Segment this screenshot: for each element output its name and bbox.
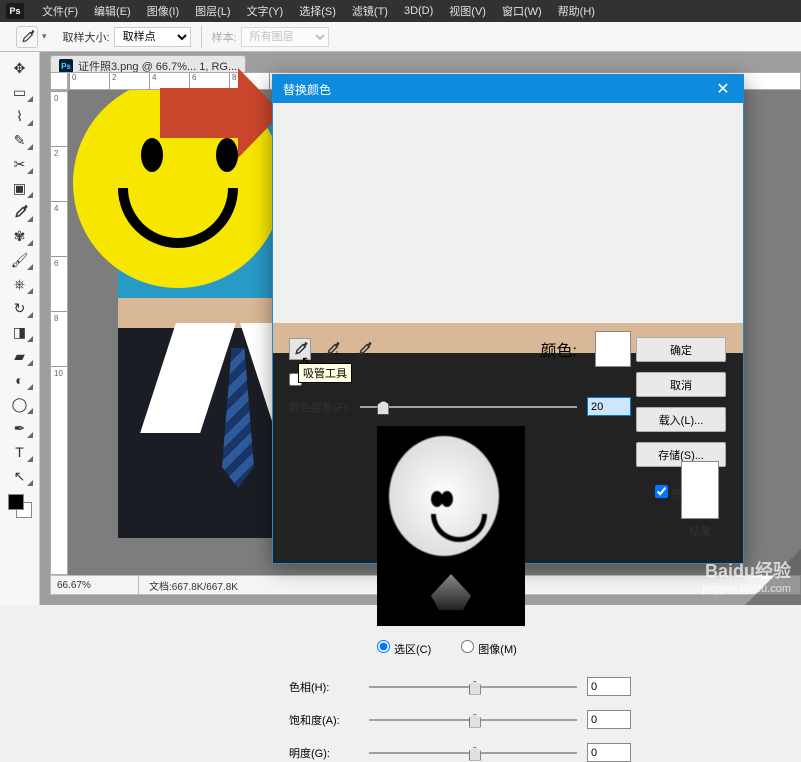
svg-text:-: - xyxy=(366,349,369,359)
pen-tool-icon[interactable]: ✒ xyxy=(9,418,31,438)
lightness-field[interactable] xyxy=(587,743,631,762)
close-icon[interactable]: ✕ xyxy=(703,75,743,103)
healing-tool-icon[interactable]: ✾ xyxy=(9,226,31,246)
stamp-tool-icon[interactable]: ⎈ xyxy=(9,274,31,294)
fuzziness-slider[interactable] xyxy=(360,406,577,408)
sample-source-label: 样本: xyxy=(212,29,237,45)
ruler-vertical[interactable]: 0246810 xyxy=(50,90,68,575)
crop-tool-icon[interactable]: ✂ xyxy=(9,154,31,174)
ok-button[interactable]: 确定 xyxy=(636,337,726,362)
eraser-tool-icon[interactable]: ◨ xyxy=(9,322,31,342)
result-label: 结果 xyxy=(681,523,719,539)
lightness-slider[interactable] xyxy=(369,752,577,754)
menu-window[interactable]: 窗口(W) xyxy=(494,3,550,19)
eyedropper-tool-icon[interactable] xyxy=(9,202,31,222)
dodge-tool-icon[interactable]: ◯ xyxy=(9,394,31,414)
hue-field[interactable] xyxy=(587,677,631,696)
ps-file-icon: Ps xyxy=(59,59,73,73)
lasso-tool-icon[interactable]: ⌇ xyxy=(9,106,31,126)
sample-size-select[interactable]: 取样点 xyxy=(114,27,191,47)
hue-label: 色相(H): xyxy=(289,679,359,695)
load-button[interactable]: 载入(L)... xyxy=(636,407,726,432)
frame-tool-icon[interactable]: ▣ xyxy=(9,178,31,198)
quick-select-tool-icon[interactable]: ✎ xyxy=(9,130,31,150)
watermark-corner xyxy=(745,549,801,605)
menu-layer[interactable]: 图层(L) xyxy=(187,3,238,19)
color-label: 颜色: xyxy=(541,337,577,361)
eyedropper-add-icon[interactable]: + xyxy=(321,338,343,360)
sample-source-select: 所有图层 xyxy=(241,27,329,47)
path-tool-icon[interactable]: ↖ xyxy=(9,466,31,486)
doc-info: 文档:667.8K/667.8K xyxy=(139,578,238,593)
zoom-level[interactable]: 66.67% xyxy=(51,576,139,594)
menu-image[interactable]: 图像(I) xyxy=(139,3,187,19)
menu-type[interactable]: 文字(Y) xyxy=(239,3,292,19)
type-tool-icon[interactable]: T xyxy=(9,442,31,462)
eyedropper-picker-icon[interactable]: ↖ 吸管工具 xyxy=(289,338,311,360)
options-bar: ▾ 取样大小: 取样点 样本: 所有图层 xyxy=(0,22,801,52)
replace-color-dialog: 替换颜色 ✕ ↖ 吸管工具 + - 颜色: 色簇(Z) 颜色容差(F xyxy=(272,74,744,564)
source-color-swatch[interactable] xyxy=(595,331,631,367)
cancel-button[interactable]: 取消 xyxy=(636,372,726,397)
svg-text:+: + xyxy=(334,349,339,359)
dialog-titlebar[interactable]: 替换颜色 ✕ xyxy=(273,75,743,103)
fuzziness-label: 颜色容差(F): xyxy=(289,399,350,415)
menu-select[interactable]: 选择(S) xyxy=(291,3,344,19)
saturation-slider[interactable] xyxy=(369,719,577,721)
menu-filter[interactable]: 滤镜(T) xyxy=(344,3,396,19)
fuzziness-field[interactable] xyxy=(587,397,631,416)
tool-preset-chevron-icon[interactable]: ▾ xyxy=(42,31,47,42)
selection-preview[interactable] xyxy=(377,426,525,626)
result-group: 结果 xyxy=(681,461,719,539)
saturation-label: 饱和度(A): xyxy=(289,712,359,728)
current-tool-eyedropper-icon[interactable] xyxy=(16,26,38,48)
blur-tool-icon[interactable]: ◐ xyxy=(9,370,31,390)
menu-3d[interactable]: 3D(D) xyxy=(396,5,441,17)
hue-slider[interactable] xyxy=(369,686,577,688)
menu-edit[interactable]: 编辑(E) xyxy=(86,3,139,19)
image-radio[interactable]: 图像(M) xyxy=(461,640,517,657)
selection-radio[interactable]: 选区(C) xyxy=(377,640,431,657)
eyedropper-subtract-icon[interactable]: - xyxy=(353,338,375,360)
saturation-field[interactable] xyxy=(587,710,631,729)
tooltip: 吸管工具 xyxy=(298,363,352,383)
menu-bar: Ps 文件(F) 编辑(E) 图像(I) 图层(L) 文字(Y) 选择(S) 滤… xyxy=(0,0,801,22)
ruler-corner xyxy=(50,72,68,90)
sample-size-label: 取样大小: xyxy=(63,29,110,45)
app-logo: Ps xyxy=(6,3,24,19)
history-brush-tool-icon[interactable]: ↻ xyxy=(9,298,31,318)
dialog-title: 替换颜色 xyxy=(283,81,331,98)
color-swatch[interactable] xyxy=(8,494,32,518)
menu-help[interactable]: 帮助(H) xyxy=(550,3,603,19)
divider xyxy=(201,26,202,48)
gradient-tool-icon[interactable]: ▰ xyxy=(9,346,31,366)
annotation-arrow-icon xyxy=(160,88,240,138)
lightness-label: 明度(G): xyxy=(289,745,359,761)
result-color-swatch[interactable] xyxy=(681,461,719,519)
toolbox: ✥ ▭ ⌇ ✎ ✂ ▣ ✾ 🖌 ⎈ ↻ ◨ ▰ ◐ ◯ ✒ T ↖ xyxy=(0,52,40,605)
move-tool-icon[interactable]: ✥ xyxy=(9,58,31,78)
brush-tool-icon[interactable]: 🖌 xyxy=(9,250,31,270)
menu-view[interactable]: 视图(V) xyxy=(441,3,494,19)
menu-file[interactable]: 文件(F) xyxy=(34,3,86,19)
marquee-tool-icon[interactable]: ▭ xyxy=(9,82,31,102)
